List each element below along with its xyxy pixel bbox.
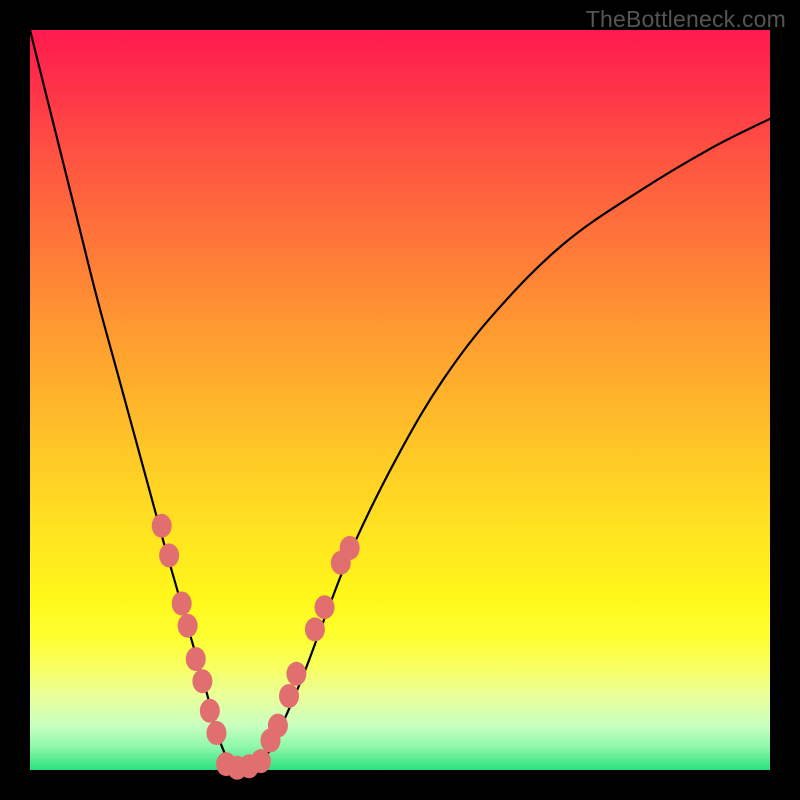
markers-bottom [216,749,271,780]
data-marker [251,749,271,773]
data-marker [172,592,192,616]
data-marker [159,543,179,567]
data-marker [152,514,172,538]
data-marker [178,614,198,638]
chart-frame: TheBottleneck.com [0,0,800,800]
data-marker [200,699,220,723]
data-marker [192,669,212,693]
data-marker [279,684,299,708]
data-marker [286,662,306,686]
curve-layer [30,30,770,770]
bottleneck-curve [30,30,770,771]
curve-path [30,30,770,771]
data-marker [206,721,226,745]
data-marker [340,536,360,560]
data-marker [315,595,335,619]
markers-right-branch [261,536,360,752]
data-marker [186,647,206,671]
watermark-text: TheBottleneck.com [586,6,786,33]
data-marker [305,617,325,641]
markers-left-branch [152,514,227,745]
data-marker [268,714,288,738]
